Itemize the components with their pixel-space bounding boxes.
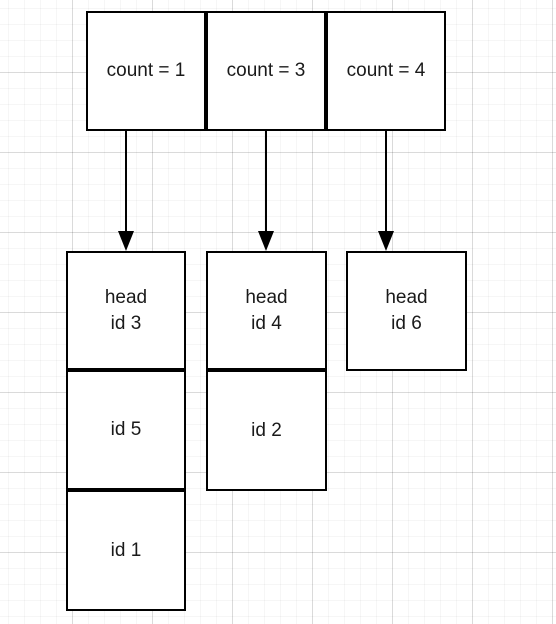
- chain-node-2-0-line1: head: [385, 287, 428, 308]
- chain-node-0-1: id 5: [66, 370, 186, 490]
- chain-node-1-1: id 2: [206, 370, 327, 491]
- chain-node-1-1-line2: id 2: [251, 419, 282, 441]
- chain-node-0-1-line2: id 5: [110, 419, 142, 440]
- arrow-bucket-2: [378, 131, 394, 251]
- chain-node-2-0-line2: id 6: [391, 313, 422, 334]
- chain-node-1-0-line2: id 4: [251, 312, 282, 334]
- count-cell-0-label: count = 1: [106, 60, 186, 81]
- count-cell-2: count = 4: [326, 11, 446, 131]
- chain-node-0-2: id 1: [66, 490, 186, 611]
- chain-node-2-0: head id 6: [346, 251, 467, 371]
- chain-node-0-2-line2: id 1: [110, 539, 142, 561]
- arrow-bucket-1: [258, 131, 274, 251]
- chain-node-0-0: head id 3: [66, 251, 186, 370]
- chain-node-1-0: head id 4: [206, 251, 327, 370]
- chain-node-1-0-line1: head: [245, 286, 288, 308]
- count-cell-1: count = 3: [206, 11, 326, 131]
- arrow-bucket-0: [118, 131, 134, 251]
- diagram-canvas: count = 1 count = 3 count = 4 head id 3 …: [0, 0, 556, 624]
- chain-node-0-0-line1: head: [104, 286, 148, 308]
- count-cell-0: count = 1: [86, 11, 206, 131]
- chain-node-0-0-line2: id 3: [110, 312, 142, 334]
- count-cell-1-label: count = 3: [226, 60, 306, 81]
- count-cell-2-label: count = 4: [346, 60, 426, 81]
